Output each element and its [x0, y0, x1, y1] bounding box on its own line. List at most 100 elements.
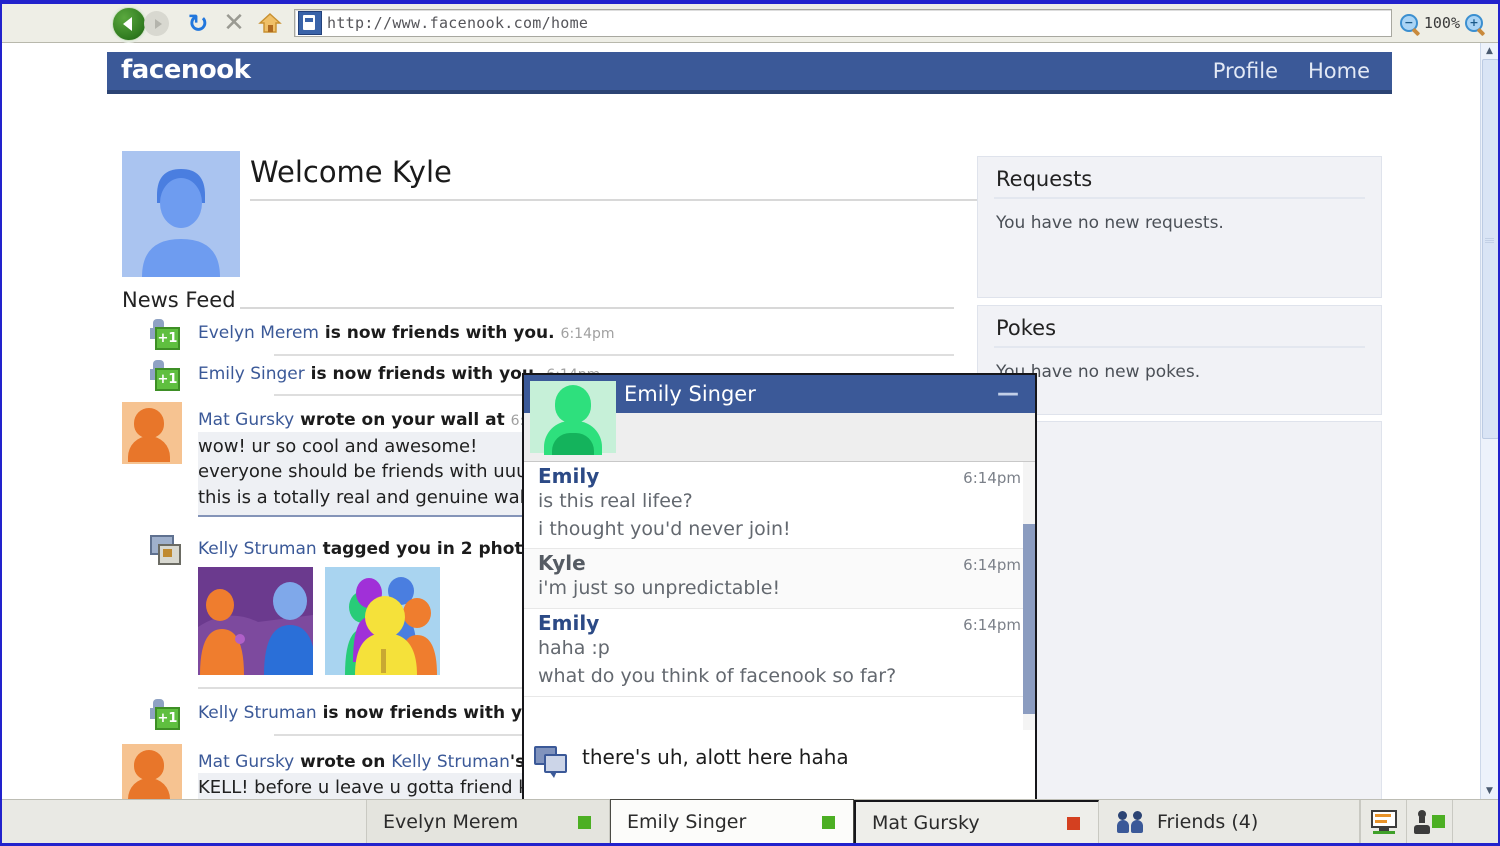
zoom-controls: − 100% +	[1399, 13, 1498, 36]
message-line: haha :p	[538, 637, 610, 660]
nav-home[interactable]: Home	[1308, 59, 1370, 83]
status-badge-busy	[1067, 816, 1080, 830]
message-sender: Emily	[538, 611, 600, 636]
taskbar-tab-label: Emily Singer	[627, 810, 747, 833]
stop-icon[interactable]: ✕	[216, 6, 252, 40]
message-line: what do you think of facenook so far?	[538, 664, 897, 687]
feed-actor[interactable]: Emily Singer	[198, 364, 305, 384]
chat-window[interactable]: Emily Singer — Emily 6:14pm is this real…	[522, 373, 1037, 799]
home-icon[interactable]	[252, 6, 288, 40]
friend-added-icon: +1	[150, 319, 180, 350]
message-time: 6:14pm	[963, 556, 1021, 575]
page-viewport: facenook Profile Home Welcome Kyle News …	[2, 43, 1498, 799]
nav-profile[interactable]: Profile	[1213, 59, 1278, 83]
pokes-empty-text: You have no new pokes.	[996, 362, 1201, 382]
default-profile-avatar[interactable]	[122, 151, 240, 277]
status-badge-online	[822, 815, 835, 829]
taskbar-friends-button[interactable]: Friends (4)	[1099, 800, 1360, 843]
address-bar[interactable]: http://www.facenook.com/home	[294, 9, 1392, 37]
taskbar-chat-evelyn-merem[interactable]: Evelyn Merem	[367, 800, 610, 843]
home-icon-svg	[258, 13, 282, 33]
newsfeed-heading: News Feed	[122, 288, 236, 312]
chat-input-text[interactable]: there's uh, alott here haha	[568, 744, 849, 769]
taskbar-chat-emily-singer[interactable]: Emily Singer	[610, 799, 854, 843]
friends-label: Friends (4)	[1157, 810, 1259, 833]
photo-tag-icon	[150, 534, 181, 565]
stop-glyph: ✕	[223, 8, 245, 38]
message-time: 6:14pm	[963, 616, 1021, 635]
pokes-title: Pokes	[996, 316, 1057, 340]
scrollbar-grip	[1485, 238, 1494, 244]
page-scrollbar-thumb[interactable]	[1482, 59, 1498, 439]
two-people-purple-photo[interactable]	[198, 567, 313, 676]
feed-action: is now friends with you.	[310, 363, 541, 384]
feed-action: wrote on	[300, 751, 386, 772]
message-time: 6:14pm	[963, 469, 1021, 487]
url-text: http://www.facenook.com/home	[327, 14, 589, 32]
scroll-up-icon[interactable]: ▲	[1481, 43, 1498, 59]
chat-bubbles-icon	[534, 744, 568, 778]
taskbar-chat-mat-gursky[interactable]: Mat Gursky	[854, 800, 1099, 843]
message-body: haha :p what do you think of facenook so…	[538, 635, 1021, 690]
zoom-level: 100%	[1423, 14, 1460, 32]
feed-actor[interactable]: Evelyn Merem	[198, 323, 319, 343]
site-header: facenook Profile Home	[107, 52, 1392, 94]
tray-spacer	[1452, 800, 1498, 843]
bulletin-board-icon[interactable]	[1360, 800, 1406, 843]
message-sender: Emily	[538, 464, 600, 488]
message-sender: Kyle	[538, 551, 586, 576]
browser-window: ↻ ✕ http://www.facenook.com/home − 100%	[0, 0, 1500, 846]
newsfeed-divider	[240, 307, 954, 309]
chat-input-row[interactable]: there's uh, alott here haha	[524, 730, 1035, 799]
page-scrollbar[interactable]: ▲ ▼	[1480, 43, 1498, 799]
feed-target[interactable]: Kelly Struman	[391, 752, 510, 772]
feed-action: is now friends with you.	[322, 703, 553, 724]
friend-added-icon: +1	[150, 699, 180, 731]
chat-scrollbar-thumb[interactable]	[1023, 524, 1035, 714]
taskbar: Evelyn Merem Emily Singer Mat Gursky Fri…	[2, 799, 1498, 843]
feed-action: is now friends with you.	[324, 323, 555, 343]
system-tray	[1360, 800, 1498, 843]
site-logo[interactable]: facenook	[107, 55, 251, 85]
reload-glyph: ↻	[187, 8, 209, 38]
reload-icon[interactable]: ↻	[180, 6, 216, 40]
feed-time: 6:14pm	[560, 326, 615, 342]
group-of-five-photo[interactable]	[325, 567, 440, 676]
back-arrow-icon[interactable]	[112, 7, 146, 41]
page-favicon-icon	[298, 11, 322, 35]
friend-added-icon: +1	[150, 359, 180, 391]
avatar-svg	[122, 151, 240, 277]
feed-actor[interactable]: Mat Gursky	[198, 410, 294, 430]
forward-arrow-icon[interactable]	[144, 11, 169, 36]
requests-title: Requests	[996, 167, 1093, 191]
site-nav: Profile Home	[1213, 59, 1392, 83]
feed-action: tagged you in 2 photos.	[322, 538, 551, 559]
feed-actor[interactable]: Kelly Struman	[198, 703, 317, 723]
message-line: i'm just so unpredictable!	[538, 577, 781, 600]
magnifier-handle	[1476, 27, 1486, 36]
feed-text: Evelyn Merem is now friends with you. 6:…	[198, 315, 954, 346]
friends-group-icon	[1117, 810, 1143, 833]
chat-scrollbar[interactable]	[1023, 462, 1035, 730]
sidebar-empty-panel	[977, 421, 1382, 799]
browser-toolbar: ↻ ✕ http://www.facenook.com/home − 100%	[2, 4, 1498, 43]
photo-svg	[198, 567, 313, 676]
status-badge-online	[1432, 815, 1445, 828]
pawn-icon[interactable]	[1406, 800, 1452, 843]
user-avatar-orange	[122, 743, 182, 799]
chat-message: Emily 6:14pm is this real lifee? i thoug…	[524, 462, 1035, 550]
contact-avatar-green	[530, 381, 616, 455]
requests-empty-text: You have no new requests.	[996, 213, 1224, 233]
scroll-down-icon[interactable]: ▼	[1481, 783, 1498, 799]
feed-actor[interactable]: Mat Gursky	[198, 752, 294, 772]
zoom-out-icon[interactable]: −	[1399, 13, 1421, 36]
chat-minimize-button[interactable]: —	[997, 383, 1035, 405]
zoom-in-icon[interactable]: +	[1465, 13, 1486, 36]
user-avatar-orange	[122, 402, 182, 465]
feed-actor[interactable]: Kelly Struman	[198, 539, 317, 559]
message-line: is this real lifee?	[538, 490, 693, 512]
page-title: Welcome Kyle	[250, 155, 452, 189]
status-badge-online	[578, 815, 591, 829]
chat-message: Kyle 6:14pm i'm just so unpredictable!	[524, 549, 1035, 610]
list-item[interactable]: +1 Evelyn Merem is now friends with you.…	[122, 315, 954, 356]
